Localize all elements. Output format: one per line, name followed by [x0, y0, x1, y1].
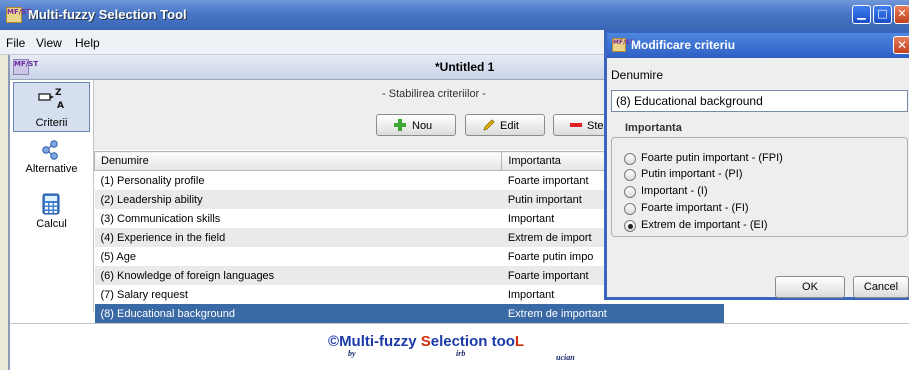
close-icon: ✕ [896, 38, 908, 52]
app-window: MF/ST Multi-fuzzy Selection Tool ▁ □ ✕ F… [0, 0, 909, 371]
close-button[interactable]: ✕ [894, 5, 909, 24]
cell-name: (7) Salary request [100, 288, 188, 301]
radio-label: Extrem de important - (EI) [641, 219, 768, 231]
cell-name: (4) Experience in the field [94, 228, 502, 247]
minimize-icon: ▁ [857, 7, 866, 20]
sidebar-item-criterii[interactable]: Z A Criterii [13, 82, 90, 132]
radio-label: Foarte important - (FI) [641, 202, 749, 214]
menu-help[interactable]: Help [75, 36, 100, 50]
cell-name: (6) Knowledge of foreign languages [94, 266, 502, 285]
logo-part-b: election too [430, 333, 515, 350]
sidebar-label-criterii: Criterii [35, 117, 68, 129]
criterion-name-input[interactable] [611, 90, 908, 112]
sidebar-label-calcul: Calcul [36, 218, 67, 230]
radio-label: Putin important - (PI) [641, 168, 743, 180]
column-header-denumire[interactable]: Denumire [93, 151, 503, 171]
minimize-button[interactable]: ▁ [852, 5, 871, 24]
ok-button[interactable]: OK [775, 276, 845, 298]
pencil-icon [483, 119, 495, 131]
dialog-title-bar[interactable]: MF/ST Modificare criteriu ✕ [607, 33, 909, 58]
menu-file[interactable]: File [6, 36, 25, 50]
radio-label: Foarte putin important - (FPI) [641, 152, 783, 164]
maximize-button[interactable]: □ [873, 5, 892, 24]
dialog-close-button[interactable]: ✕ [893, 36, 909, 54]
cell-name: (5) Age [100, 250, 136, 263]
document-icon: MF/ST [13, 59, 38, 75]
radio-circle[interactable] [624, 203, 636, 215]
cell-name: (2) Leadership ability [94, 190, 502, 209]
table-row-selected[interactable]: (8) Educational background Extrem de impo… [94, 304, 724, 323]
name-label: Denumire [611, 68, 664, 82]
add-icon [394, 119, 406, 131]
sidebar-label-alternative: Alternative [25, 163, 78, 175]
maximize-icon: □ [877, 7, 888, 20]
sidebar-item-calcul[interactable]: Calcul [13, 192, 90, 240]
logo-by: by [348, 349, 356, 358]
radio-label: Important - (I) [641, 185, 708, 197]
app-icon: MF/ST [6, 7, 31, 23]
importance-group-label: Importanta [625, 122, 682, 134]
cell-name: (3) Communication skills [100, 212, 221, 225]
edit-criterion-dialog: MF/ST Modificare criteriu ✕ Denumire Imp… [604, 30, 909, 300]
copyright-mark: © [328, 333, 340, 350]
sidebar: Z A Criterii Alternative Calcul [10, 80, 94, 312]
logo-part-s: S [420, 333, 431, 350]
app-title: Multi-fuzzy Selection Tool [28, 7, 187, 22]
radio-circle-selected[interactable] [624, 220, 636, 232]
radio-circle[interactable] [624, 169, 636, 181]
svg-text:A: A [57, 101, 64, 110]
cell-importance: Extrem de important [501, 304, 724, 323]
menu-view[interactable]: View [36, 36, 62, 50]
logo-irb: irb [456, 349, 466, 358]
radio-circle[interactable] [624, 186, 636, 198]
new-label: Nou [412, 120, 433, 132]
criteria-header: - Stabilirea criteriilor - Nou Edit Ster [94, 80, 613, 150]
footer-logo: ©Multi-fuzzy Selection tooL by irb ucian [328, 333, 575, 362]
document-title: *Untitled 1 [435, 60, 495, 74]
criteria-icon: Z A [38, 88, 64, 110]
sidebar-item-alternative[interactable]: Alternative [13, 138, 90, 186]
cell-name: (8) Educational background [94, 304, 502, 323]
document-title-bar[interactable]: MF/ST *Untitled 1 [10, 55, 610, 80]
title-bar[interactable]: MF/ST Multi-fuzzy Selection Tool ▁ □ ✕ [0, 0, 909, 30]
logo-part-l: L [514, 333, 525, 350]
minus-icon [570, 123, 582, 127]
dialog-icon: MF/ST [612, 38, 634, 52]
logo-part-a: Multi-fuzzy [339, 333, 421, 350]
footer: ©Multi-fuzzy Selection tooL by irb ucian [10, 323, 909, 371]
logo-ucian: ucian [556, 353, 575, 362]
dialog-title: Modificare criteriu [631, 38, 736, 52]
edit-label: Edit [500, 120, 519, 132]
calculator-icon [42, 193, 60, 215]
radio-circle[interactable] [624, 153, 636, 165]
close-icon: ✕ [897, 7, 907, 20]
svg-text:Z: Z [55, 88, 62, 98]
cancel-button[interactable]: Cancel [853, 276, 909, 298]
alternatives-icon [42, 140, 58, 160]
cell-name: (1) Personality profile [100, 174, 205, 187]
edit-criterion-button[interactable]: Edit [465, 114, 545, 136]
new-criterion-button[interactable]: Nou [376, 114, 456, 136]
